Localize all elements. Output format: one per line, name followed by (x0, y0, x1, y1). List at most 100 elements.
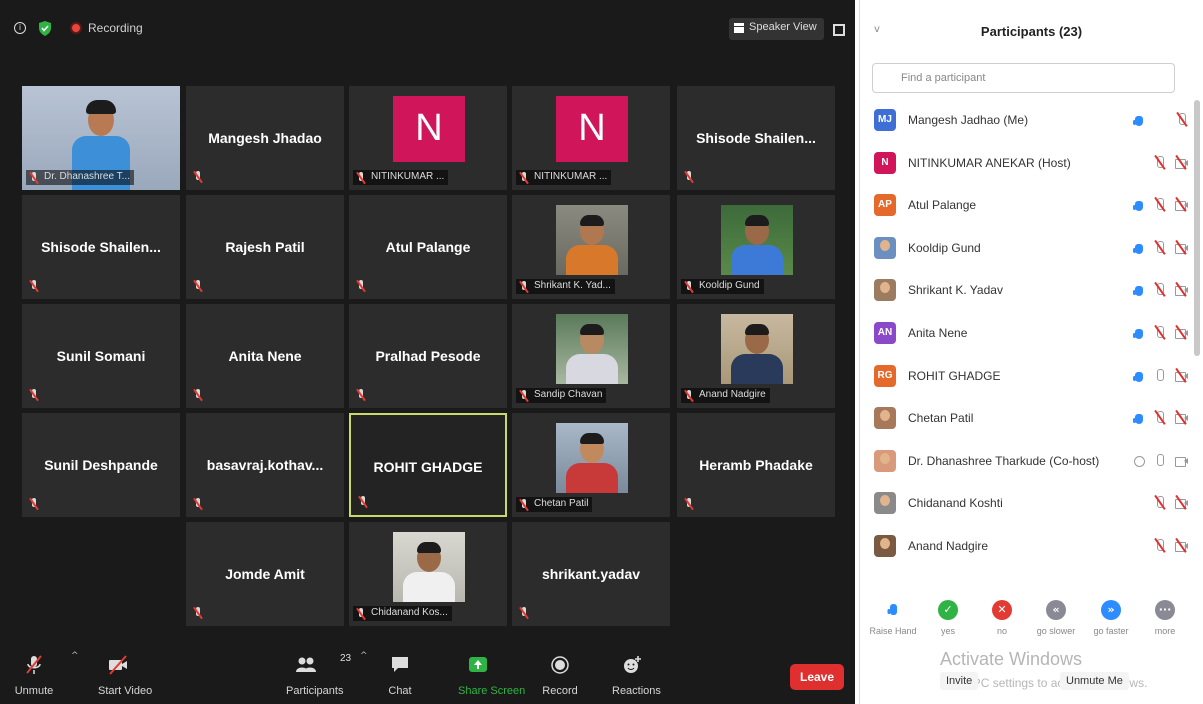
raised-hand-icon (1132, 240, 1146, 256)
raised-hand-icon (1132, 368, 1146, 384)
video-off-icon[interactable] (1174, 239, 1188, 256)
video-tile[interactable]: Sunil Somani (22, 304, 180, 408)
share-screen-label: Share Screen (458, 685, 526, 697)
feedback-label: go slower (1036, 626, 1076, 636)
video-tile[interactable]: Mangesh Jhadao (186, 86, 344, 190)
leave-button[interactable]: Leave (790, 664, 844, 690)
video-tile[interactable]: Anand Nadgire (677, 304, 835, 408)
participant-row[interactable]: Chidanand Koshti (872, 485, 1192, 521)
participant-row[interactable]: Chetan Patil (872, 400, 1192, 436)
video-tile[interactable]: basavraj.kothav... (186, 413, 344, 517)
video-tile[interactable]: N NITINKUMAR ... (512, 86, 670, 190)
video-tile[interactable]: Jomde Amit (186, 522, 344, 626)
video-tile[interactable]: Dr. Dhanashree T... (22, 86, 180, 190)
mic-muted-icon[interactable] (1152, 240, 1166, 256)
mic-muted-icon[interactable] (1152, 197, 1166, 213)
start-video-label: Start Video (98, 685, 153, 697)
go-faster-button[interactable]: » go faster (1086, 600, 1136, 636)
video-tile[interactable]: Sandip Chavan (512, 304, 670, 408)
video-tile[interactable]: Pralhad Pesode (349, 304, 507, 408)
video-tile[interactable]: ROHIT GHADGE (349, 413, 507, 517)
participant-row[interactable]: RG ROHIT GHADGE (872, 358, 1192, 394)
mic-muted-icon (194, 280, 202, 292)
search-input[interactable]: Find a participant (872, 63, 1175, 93)
avatar: AP (874, 194, 896, 217)
video-tile[interactable]: Anita Nene (186, 304, 344, 408)
panel-scrollbar[interactable] (1194, 100, 1200, 356)
video-off-icon[interactable] (1174, 410, 1188, 426)
mic-muted-icon[interactable] (1152, 495, 1166, 511)
mic-icon[interactable] (1152, 368, 1166, 384)
video-tile[interactable]: shrikant.yadav (512, 522, 670, 626)
mic-icon[interactable] (1152, 453, 1166, 469)
recording-icon[interactable] (70, 22, 82, 34)
participant-row[interactable]: N NITINKUMAR ANEKAR (Host) (872, 145, 1192, 181)
video-tile[interactable]: Shisode Shailen... (22, 195, 180, 299)
video-off-icon (109, 655, 127, 675)
video-off-icon[interactable] (1174, 495, 1188, 511)
participant-row[interactable]: Anand Nadgire (872, 528, 1192, 564)
participant-status-icons (1126, 538, 1190, 554)
video-tile[interactable]: Shrikant K. Yad... (512, 195, 670, 299)
avatar (874, 492, 896, 515)
video-tile[interactable]: N NITINKUMAR ... (349, 86, 507, 190)
video-off-icon[interactable] (1174, 538, 1188, 554)
video-tile[interactable]: Sunil Deshpande (22, 413, 180, 517)
mic-muted-icon[interactable] (1152, 538, 1166, 554)
participant-name: Mangesh Jadhao (Me) (908, 113, 1029, 127)
mic-muted-icon[interactable] (1152, 155, 1166, 171)
video-off-icon[interactable] (1174, 197, 1188, 213)
tile-participant-name: ROHIT GHADGE (373, 459, 483, 475)
video-tile[interactable]: Kooldip Gund (677, 195, 835, 299)
participant-video-image (556, 205, 628, 275)
avatar: MJ (874, 109, 896, 131)
mic-muted-icon[interactable] (1152, 282, 1166, 298)
raise-hand-button[interactable]: Raise Hand (868, 600, 918, 636)
video-tile[interactable]: Chidanand Kos... (349, 522, 507, 626)
participant-row[interactable]: Dr. Dhanashree Tharkude (Co-host) (872, 443, 1192, 479)
video-tile[interactable]: Heramb Phadake (677, 413, 835, 517)
video-icon[interactable] (1174, 453, 1188, 469)
video-off-icon[interactable] (1174, 325, 1188, 341)
participant-row[interactable]: AP Atul Palange (872, 187, 1192, 223)
video-tile[interactable]: Chetan Patil (512, 413, 670, 517)
no-button[interactable]: ✕ no (977, 600, 1027, 636)
tile-label-text: Shrikant K. Yad... (534, 280, 611, 291)
shield-icon[interactable] (38, 21, 52, 36)
video-tile[interactable]: Atul Palange (349, 195, 507, 299)
tile-name-label: NITINKUMAR ... (353, 170, 449, 185)
mic-muted-icon (194, 171, 202, 183)
video-off-icon[interactable] (1174, 367, 1188, 384)
participants-options-caret[interactable]: ^ (360, 651, 368, 661)
mic-muted-icon[interactable] (1174, 112, 1188, 128)
participant-row[interactable]: Kooldip Gund (872, 230, 1192, 266)
speaker-view-label: Speaker View (749, 21, 817, 33)
tile-participant-name: Jomde Amit (225, 566, 305, 582)
tile-participant-name: basavraj.kothav... (206, 457, 324, 473)
video-off-icon[interactable] (1174, 282, 1188, 298)
info-icon[interactable]: i (14, 22, 26, 34)
mic-muted-icon (30, 498, 38, 510)
raised-hand-icon (1132, 112, 1146, 128)
yes-button[interactable]: ✓ yes (923, 600, 973, 636)
invite-button[interactable]: Invite (940, 672, 979, 690)
mic-muted-icon[interactable] (1152, 410, 1166, 426)
more-button[interactable]: ··· more (1140, 600, 1190, 636)
fullscreen-icon[interactable] (833, 24, 845, 36)
video-off-icon[interactable] (1174, 154, 1188, 171)
participant-row[interactable]: MJ Mangesh Jadhao (Me) (872, 102, 1192, 138)
meeting-topbar: i Recording Speaker View (0, 10, 855, 48)
feedback-label: no (996, 626, 1007, 636)
video-tile[interactable]: Shisode Shailen... (677, 86, 835, 190)
speaker-view-button[interactable]: Speaker View (729, 18, 824, 40)
participant-row[interactable]: Shrikant K. Yadav (872, 272, 1192, 308)
rewind-icon: « (1046, 600, 1066, 620)
audio-options-caret[interactable]: ^ (71, 651, 79, 661)
unmute-me-button[interactable]: Unmute Me (1060, 672, 1129, 690)
participant-row[interactable]: AN Anita Nene (872, 315, 1192, 351)
mic-muted-icon[interactable] (1152, 325, 1166, 341)
video-tile[interactable]: Rajesh Patil (186, 195, 344, 299)
tile-label-text: Anand Nadgire (699, 389, 766, 400)
tile-participant-name: Shisode Shailen... (41, 239, 161, 255)
go-slower-button[interactable]: « go slower (1031, 600, 1081, 636)
